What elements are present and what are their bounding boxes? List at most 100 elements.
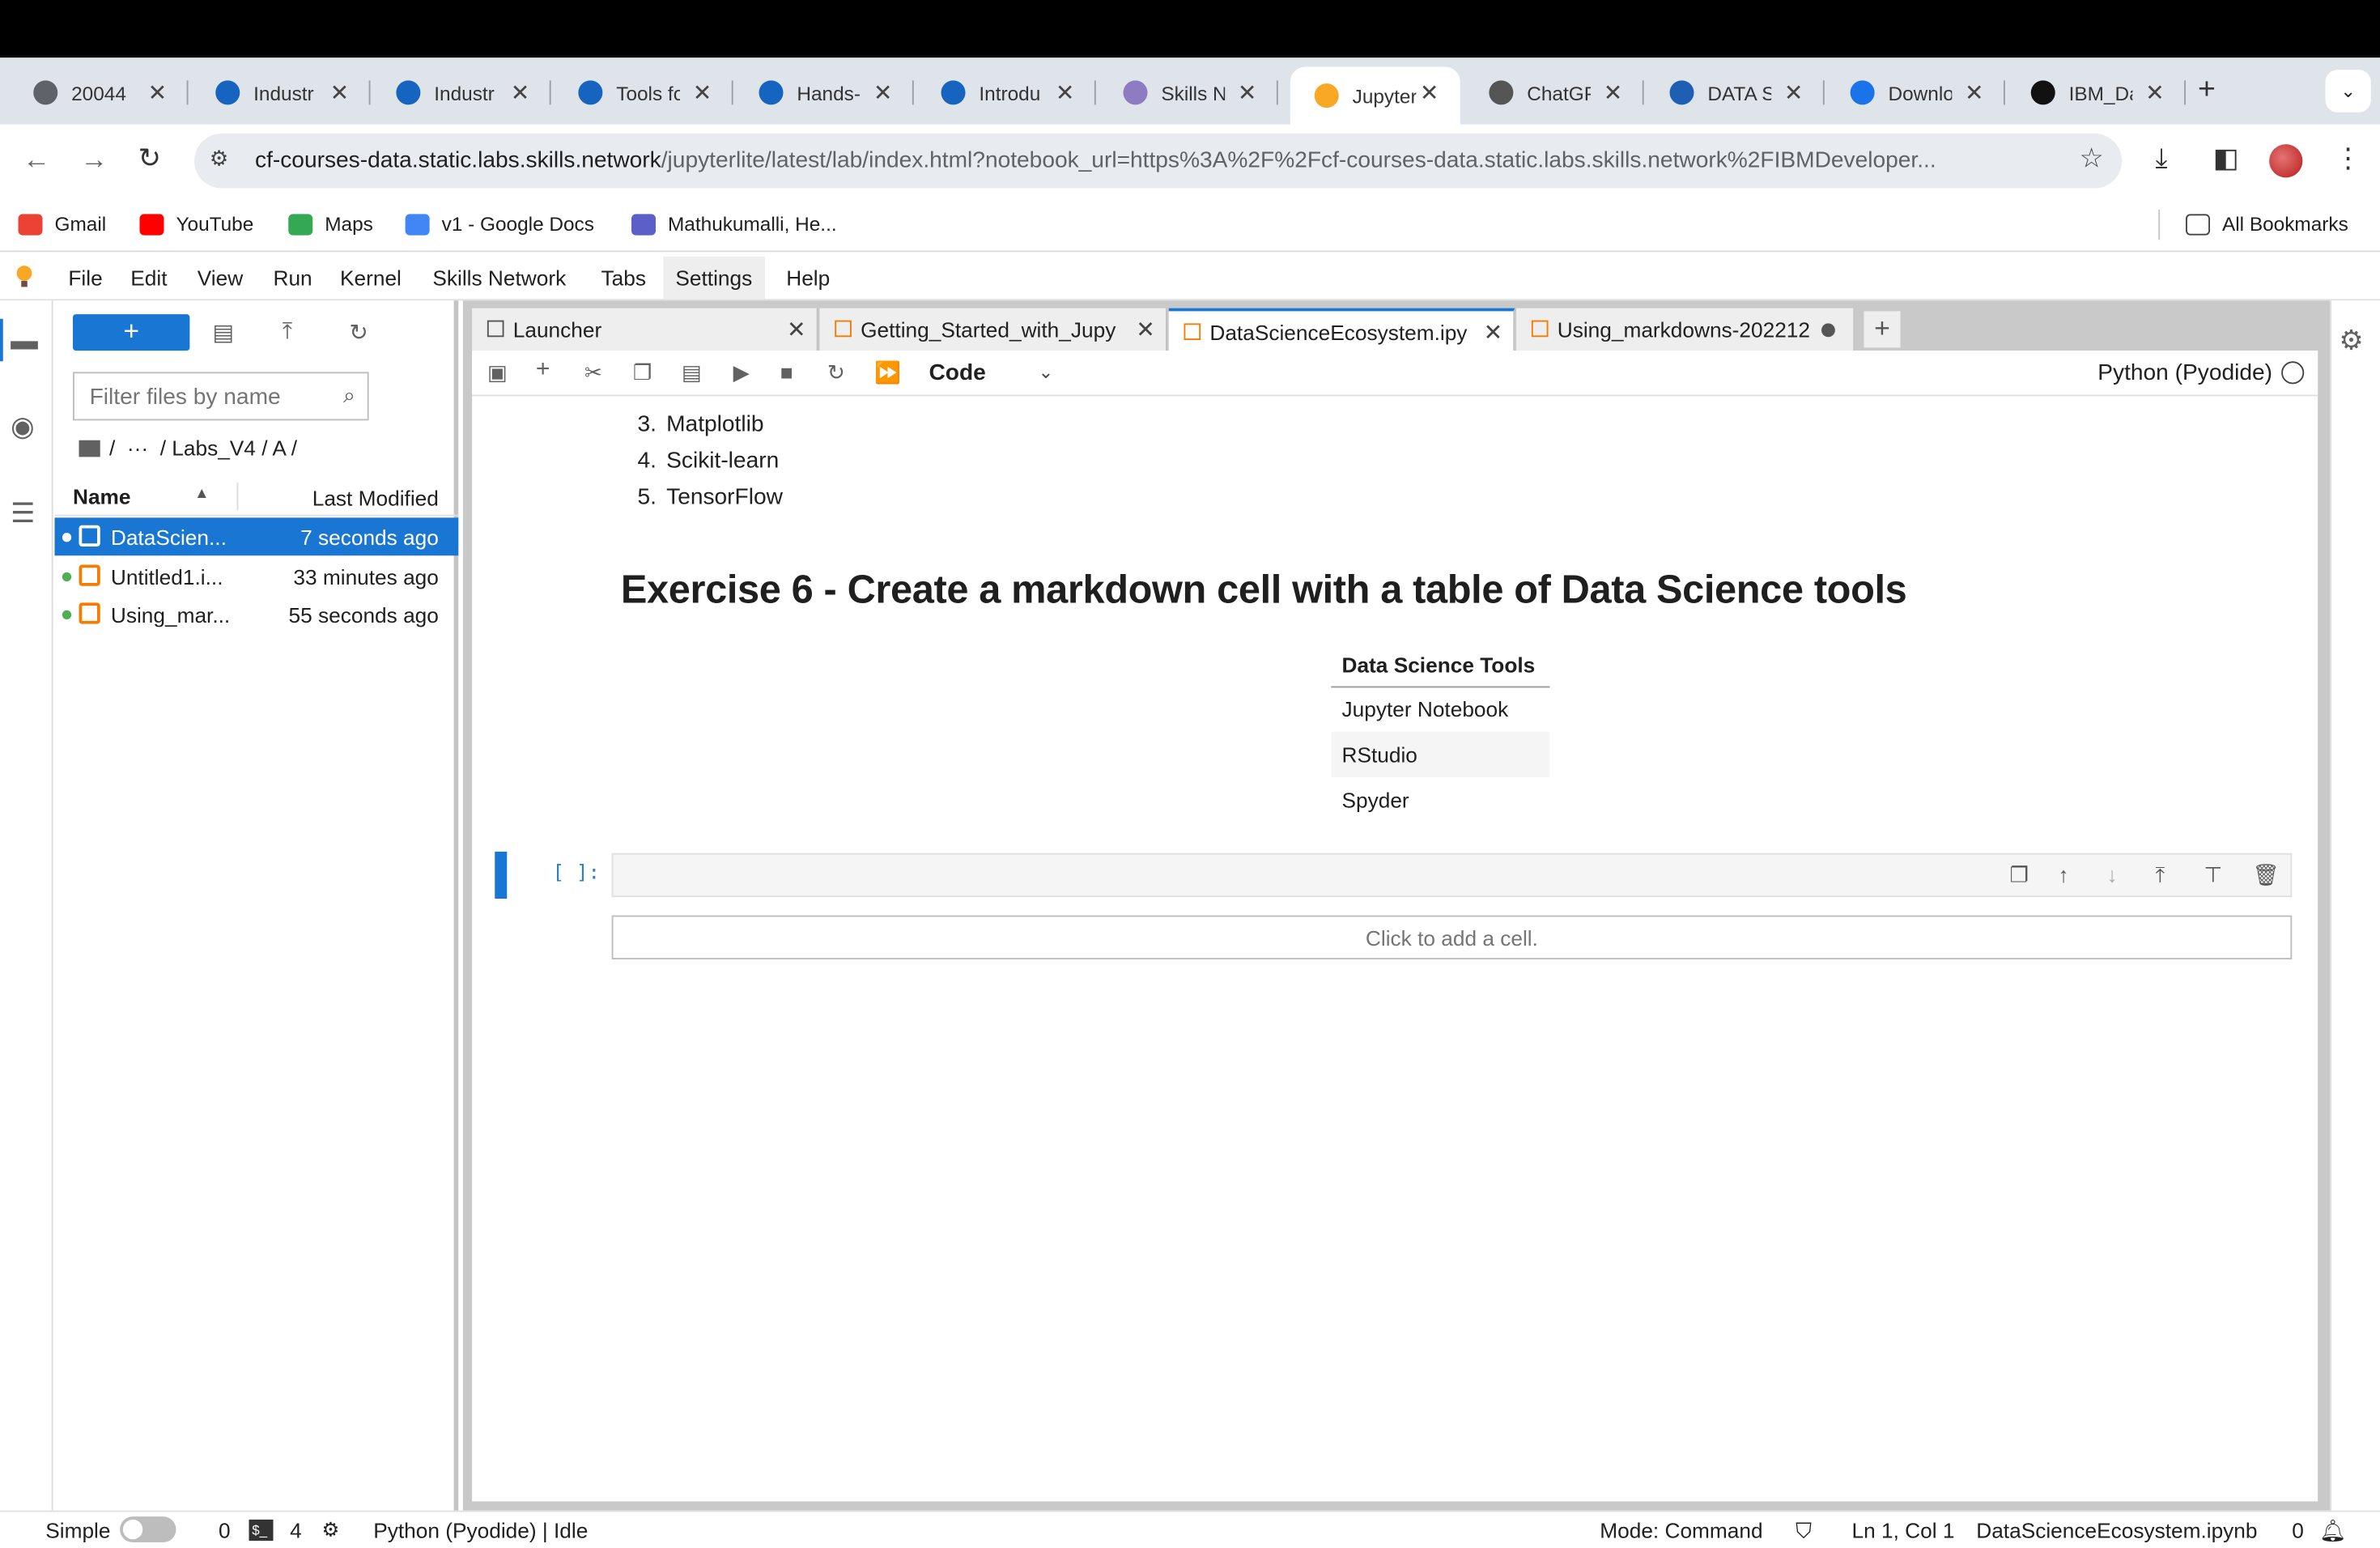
document-tab[interactable]: Launcher ✕: [472, 308, 818, 351]
new-folder-icon[interactable]: ▤: [213, 319, 235, 347]
close-tab-icon[interactable]: ✕: [1136, 316, 1155, 343]
bookmark-item[interactable]: Maps: [288, 213, 373, 236]
menu-item-tabs[interactable]: Tabs: [601, 266, 646, 290]
document-tab[interactable]: DataScienceEcosystem.ipy ✕: [1168, 308, 1515, 351]
close-tab-icon[interactable]: ✕: [1420, 79, 1439, 106]
menu-item-file[interactable]: File: [68, 266, 102, 290]
move-down-icon[interactable]: ↓: [2107, 862, 2118, 887]
downloads-icon[interactable]: ⤓: [2156, 142, 2168, 174]
simple-mode-toggle[interactable]: [120, 1516, 176, 1542]
code-cell-editor[interactable]: [611, 853, 2293, 898]
document-tab[interactable]: Getting_Started_with_Jupy ✕: [819, 308, 1167, 351]
file-browser-icon[interactable]: ▬: [11, 325, 38, 356]
close-tab-icon[interactable]: ✕: [148, 79, 168, 106]
paste-icon[interactable]: ▤: [682, 359, 702, 385]
file-filter-input[interactable]: [74, 373, 317, 419]
insert-cell-icon[interactable]: +: [536, 357, 550, 385]
browser-tab[interactable]: Industr ✕: [372, 67, 551, 119]
insert-below-icon[interactable]: ⊤: [2204, 862, 2223, 888]
new-tab-button[interactable]: +: [2198, 73, 2216, 108]
restart-run-all-icon[interactable]: ⏩: [874, 359, 901, 385]
sort-ascending-icon[interactable]: ▲: [194, 486, 210, 503]
insert-above-icon[interactable]: ⤒: [2156, 862, 2165, 888]
profile-avatar[interactable]: [2269, 144, 2303, 178]
table-of-contents-icon[interactable]: ☰: [11, 498, 35, 529]
name-column-header[interactable]: Name: [73, 484, 131, 508]
side-panel-icon[interactable]: ◧: [2213, 142, 2239, 174]
bell-icon[interactable]: 🔔︎: [2319, 1518, 2346, 1544]
close-tab-icon[interactable]: ✕: [511, 79, 530, 106]
close-tab-icon[interactable]: ✕: [693, 79, 712, 106]
bookmark-item[interactable]: Gmail: [18, 213, 106, 236]
cell-type-select[interactable]: Code: [929, 359, 986, 385]
close-tab-icon[interactable]: ✕: [873, 79, 893, 106]
browser-tab[interactable]: Introdu ✕: [917, 67, 1096, 119]
browser-tab[interactable]: 20044 ✕: [9, 67, 189, 119]
menu-item-view[interactable]: View: [198, 266, 243, 290]
cut-icon[interactable]: ✂: [584, 359, 602, 385]
browser-tab[interactable]: Skills N ✕: [1099, 67, 1278, 119]
forward-icon[interactable]: →: [80, 144, 108, 176]
back-icon[interactable]: ←: [23, 144, 50, 176]
property-inspector-icon[interactable]: ⚙: [2339, 325, 2363, 356]
delete-cell-icon[interactable]: 🗑: [2253, 862, 2280, 888]
browser-tab[interactable]: Downlo ✕: [1826, 67, 2005, 119]
browser-tab[interactable]: Industr ✕: [191, 67, 371, 119]
browser-tab[interactable]: Tools fo ✕: [554, 67, 733, 119]
copy-icon[interactable]: ❐: [633, 359, 652, 385]
cursor-position[interactable]: Ln 1, Col 1: [1852, 1518, 1955, 1542]
bookmark-item[interactable]: v1 - Google Docs: [405, 213, 594, 236]
reload-icon[interactable]: ↻: [138, 142, 161, 174]
restart-icon[interactable]: ↻: [827, 359, 845, 385]
add-cell-button[interactable]: Click to add a cell.: [611, 915, 2293, 959]
modified-column-header[interactable]: Last Modified: [312, 486, 439, 510]
close-tab-icon[interactable]: ✕: [2145, 79, 2165, 106]
new-launcher-button[interactable]: +: [73, 314, 190, 351]
browser-tab[interactable]: ChatGP ✕: [1464, 67, 1644, 119]
close-tab-icon[interactable]: ✕: [1965, 79, 1984, 106]
close-tab-icon[interactable]: ✕: [787, 316, 806, 343]
duplicate-cell-icon[interactable]: ❐: [2010, 862, 2029, 888]
move-up-icon[interactable]: ↑: [2059, 862, 2069, 887]
menu-item-run[interactable]: Run: [274, 266, 312, 290]
add-tab-button[interactable]: +: [1864, 311, 1901, 348]
close-tab-icon[interactable]: ✕: [330, 79, 350, 106]
browser-tab[interactable]: Jupyter ✕: [1290, 66, 1460, 125]
menu-item-settings[interactable]: Settings: [663, 256, 765, 300]
browser-tab[interactable]: Hands- ✕: [735, 67, 914, 119]
unsaved-dot-icon[interactable]: [1821, 323, 1835, 338]
menu-item-skills-network[interactable]: Skills Network: [432, 266, 566, 290]
kernel-status[interactable]: Python (Pyodide) | Idle: [373, 1518, 588, 1542]
chevron-down-icon[interactable]: ⌄: [1039, 361, 1054, 382]
browser-tab[interactable]: IBM_Da ✕: [2007, 67, 2186, 119]
close-tab-icon[interactable]: ✕: [1484, 319, 1503, 347]
tab-search-button[interactable]: ⌄: [2325, 70, 2371, 113]
kernel-name[interactable]: Python (Pyodide): [2097, 359, 2272, 385]
bookmark-item[interactable]: YouTube: [139, 213, 253, 236]
document-tab[interactable]: Using_markdowns-202212: [1516, 308, 1855, 351]
breadcrumb[interactable]: / ··· / Labs_V4 / A /: [79, 436, 297, 460]
browser-menu-icon[interactable]: ⋮: [2335, 142, 2362, 174]
stop-icon[interactable]: ■: [780, 359, 793, 384]
close-tab-icon[interactable]: ✕: [1056, 79, 1075, 106]
file-row[interactable]: DataScien... 7 seconds ago: [54, 517, 459, 556]
menu-item-help[interactable]: Help: [786, 266, 830, 290]
close-tab-icon[interactable]: ✕: [1238, 79, 1257, 106]
menu-item-edit[interactable]: Edit: [130, 266, 167, 290]
running-sessions-icon[interactable]: ◉: [11, 411, 34, 443]
site-settings-icon[interactable]: ⚙: [210, 146, 240, 176]
file-row[interactable]: Using_mar... 55 seconds ago: [55, 595, 459, 633]
run-icon[interactable]: ▶: [733, 359, 750, 385]
file-row[interactable]: Untitled1.i... 33 minutes ago: [55, 556, 459, 594]
upload-icon[interactable]: ⤒: [283, 319, 292, 345]
refresh-icon[interactable]: ↻: [349, 319, 368, 347]
save-icon[interactable]: ▣: [487, 359, 508, 385]
bookmark-star-icon[interactable]: ☆: [2079, 142, 2103, 174]
bookmark-item[interactable]: Mathukumalli, He...: [631, 213, 837, 236]
file-filter-field[interactable]: ⌕: [73, 372, 369, 421]
browser-tab[interactable]: DATA S ✕: [1646, 67, 1825, 119]
close-tab-icon[interactable]: ✕: [1784, 79, 1804, 106]
all-bookmarks-button[interactable]: All Bookmarks: [2186, 213, 2348, 236]
trusted-shield-icon[interactable]: ⛉: [1796, 1518, 1812, 1544]
address-bar[interactable]: ⚙ cf-courses-data.static.labs.skills.net…: [194, 134, 2123, 189]
